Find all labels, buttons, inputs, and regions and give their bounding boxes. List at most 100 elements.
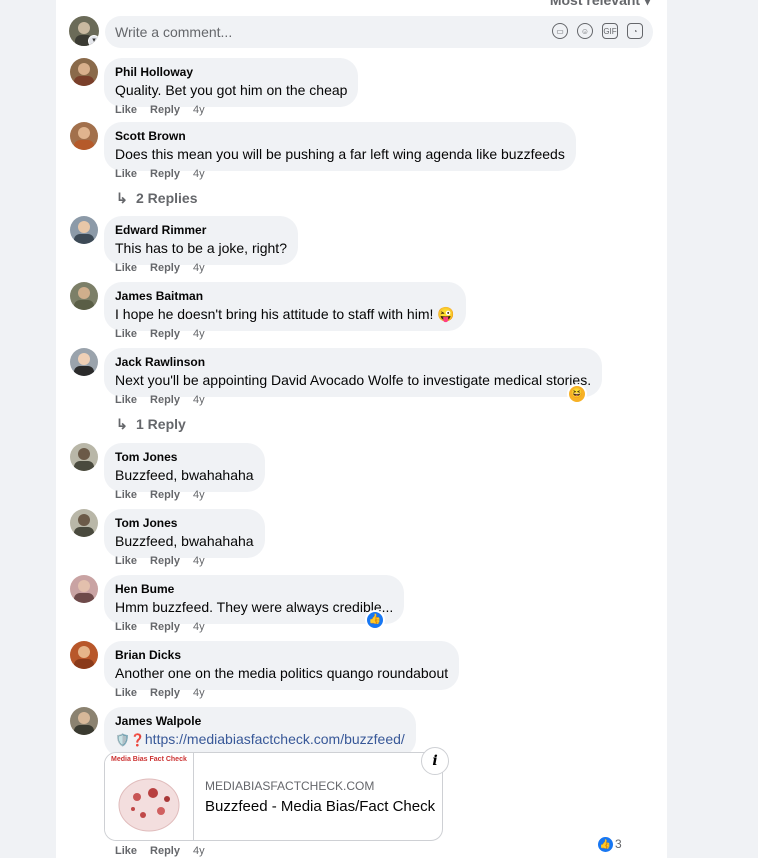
reaction-count-value: 3	[615, 837, 622, 851]
like-button[interactable]: Like	[115, 621, 137, 633]
comment-bubble: Scott Brown Does this mean you will be p…	[104, 122, 576, 171]
like-button[interactable]: Like	[115, 328, 137, 340]
like-button[interactable]: Like	[115, 168, 137, 180]
comment-time[interactable]: 4y	[193, 555, 205, 567]
comment-time[interactable]: 4y	[193, 687, 205, 699]
gif-icon[interactable]: GIF	[602, 23, 618, 39]
replies-count: 1 Reply	[136, 416, 186, 432]
avatar[interactable]	[70, 348, 98, 376]
comment-author[interactable]: Edward Rimmer	[115, 223, 287, 237]
comment-text: 🛡️❓https://mediabiasfactcheck.com/buzzfe…	[115, 730, 405, 749]
reply-arrow-icon: ↳	[116, 190, 128, 206]
reply-button[interactable]: Reply	[150, 555, 180, 567]
comment-text: Quality. Bet you got him on the cheap	[115, 82, 348, 98]
comment-time[interactable]: 4y	[193, 262, 205, 274]
like-button[interactable]: Like	[115, 555, 137, 567]
comment-text: Another one on the media politics quango…	[115, 665, 449, 681]
comment-author[interactable]: Phil Holloway	[115, 65, 347, 79]
reply-button[interactable]: Reply	[150, 489, 180, 501]
reply-button[interactable]: Reply	[150, 328, 180, 340]
avatar[interactable]	[70, 641, 98, 669]
current-user-avatar[interactable]: ▾	[69, 16, 99, 46]
comment-text: Hmm buzzfeed. They were always credible.…	[115, 599, 394, 615]
link-preview-card[interactable]: Media Bias Fact Check MEDIABIASFACTCHECK…	[104, 752, 443, 841]
avatar[interactable]	[70, 282, 98, 310]
view-replies-button[interactable]: ↳ 2 Replies	[116, 190, 197, 207]
like-button[interactable]: Like	[115, 845, 137, 857]
comment-bubble: Brian Dicks Another one on the media pol…	[104, 641, 460, 690]
comment-text: Buzzfeed, bwahahaha	[115, 467, 254, 483]
comment-author[interactable]: Hen Bume	[115, 582, 393, 596]
comment-link[interactable]: https://mediabiasfactcheck.com/buzzfeed/	[145, 731, 405, 747]
comment-actions: Like Reply 4y	[115, 489, 205, 501]
shield-icon: 🛡️❓	[115, 733, 145, 747]
comment-actions: Like Reply 4y	[115, 328, 205, 340]
comment-text: This has to be a joke, right?	[115, 240, 287, 256]
info-icon[interactable]: i	[421, 747, 449, 775]
reply-button[interactable]: Reply	[150, 104, 180, 116]
comment-author[interactable]: Scott Brown	[115, 129, 565, 143]
comment-bubble: James Baitman I hope he doesn't bring hi…	[104, 282, 466, 331]
comment-author[interactable]: Tom Jones	[115, 450, 254, 464]
comment-time[interactable]: 4y	[193, 328, 205, 340]
comment-bubble: James Walpole 🛡️❓https://mediabiasfactch…	[104, 707, 416, 757]
avatar[interactable]	[70, 443, 98, 471]
comment-actions: Like Reply 4y	[115, 394, 205, 406]
haha-reaction-icon[interactable]: 😆	[567, 384, 587, 404]
reaction-count[interactable]: 👍 3	[598, 837, 622, 853]
comment-time[interactable]: 4y	[193, 845, 205, 857]
reply-button[interactable]: Reply	[150, 394, 180, 406]
reply-button[interactable]: Reply	[150, 168, 180, 180]
comment-bubble: Tom Jones Buzzfeed, bwahahaha	[104, 509, 265, 558]
comment-bubble: Jack Rawlinson Next you'll be appointing…	[104, 348, 603, 397]
reply-button[interactable]: Reply	[150, 845, 180, 857]
like-reaction-icon[interactable]: 👍	[365, 610, 385, 630]
reply-button[interactable]: Reply	[150, 262, 180, 274]
like-button[interactable]: Like	[115, 489, 137, 501]
avatar[interactable]	[70, 216, 98, 244]
comment-bubble: Phil Holloway Quality. Bet you got him o…	[104, 58, 359, 107]
sticker2-icon[interactable]: ◔	[627, 23, 643, 39]
reply-button[interactable]: Reply	[150, 687, 180, 699]
comment-input[interactable]: Write a comment... ▭ ☺ GIF ◔	[105, 16, 653, 48]
avatar[interactable]	[70, 707, 98, 735]
comment-author[interactable]: Brian Dicks	[115, 648, 448, 662]
avatar[interactable]	[70, 575, 98, 603]
reply-button[interactable]: Reply	[150, 621, 180, 633]
avatar[interactable]	[70, 58, 98, 86]
comment-placeholder: Write a comment...	[115, 24, 233, 40]
comment-text: Does this mean you will be pushing a far…	[115, 146, 565, 162]
like-reaction-icon: 👍	[598, 837, 613, 853]
view-replies-button[interactable]: ↳ 1 Reply	[116, 416, 186, 433]
like-button[interactable]: Like	[115, 104, 137, 116]
comment-bubble: Hen Bume Hmm buzzfeed. They were always …	[104, 575, 405, 624]
comment-text: Next you'll be appointing David Avocado …	[115, 372, 592, 388]
comment-actions: Like Reply 4y	[115, 687, 205, 699]
like-button[interactable]: Like	[115, 394, 137, 406]
chevron-down-icon[interactable]: ▾	[88, 35, 99, 46]
comment-actions: Like Reply 4y	[115, 262, 205, 274]
emoji-icon[interactable]: ☺	[577, 23, 593, 39]
sticker-icon[interactable]: ▭	[552, 23, 568, 39]
comment-actions: Like Reply 4y	[115, 168, 205, 180]
sort-label: Most relevant	[549, 0, 641, 8]
comment-time[interactable]: 4y	[193, 104, 205, 116]
comment-author[interactable]: Tom Jones	[115, 516, 254, 530]
comment-time[interactable]: 4y	[193, 489, 205, 501]
comment-author[interactable]: Jack Rawlinson	[115, 355, 591, 369]
comment-time[interactable]: 4y	[193, 621, 205, 633]
comment-actions: Like Reply 4y	[115, 621, 205, 633]
avatar[interactable]	[70, 122, 98, 150]
comment-author[interactable]: James Walpole	[115, 714, 405, 728]
avatar[interactable]	[70, 509, 98, 537]
comment-bubble: Tom Jones Buzzfeed, bwahahaha	[104, 443, 265, 492]
like-button[interactable]: Like	[115, 687, 137, 699]
comment-text: Buzzfeed, bwahahaha	[115, 533, 254, 549]
comment-author[interactable]: James Baitman	[115, 289, 455, 303]
comment-time[interactable]: 4y	[193, 394, 205, 406]
like-button[interactable]: Like	[115, 262, 137, 274]
sort-dropdown[interactable]: Most relevant ▾	[550, 0, 651, 9]
comment-time[interactable]: 4y	[193, 168, 205, 180]
thumbnail-label: Media Bias Fact Check	[111, 756, 187, 763]
comment-bubble: Edward Rimmer This has to be a joke, rig…	[104, 216, 298, 265]
